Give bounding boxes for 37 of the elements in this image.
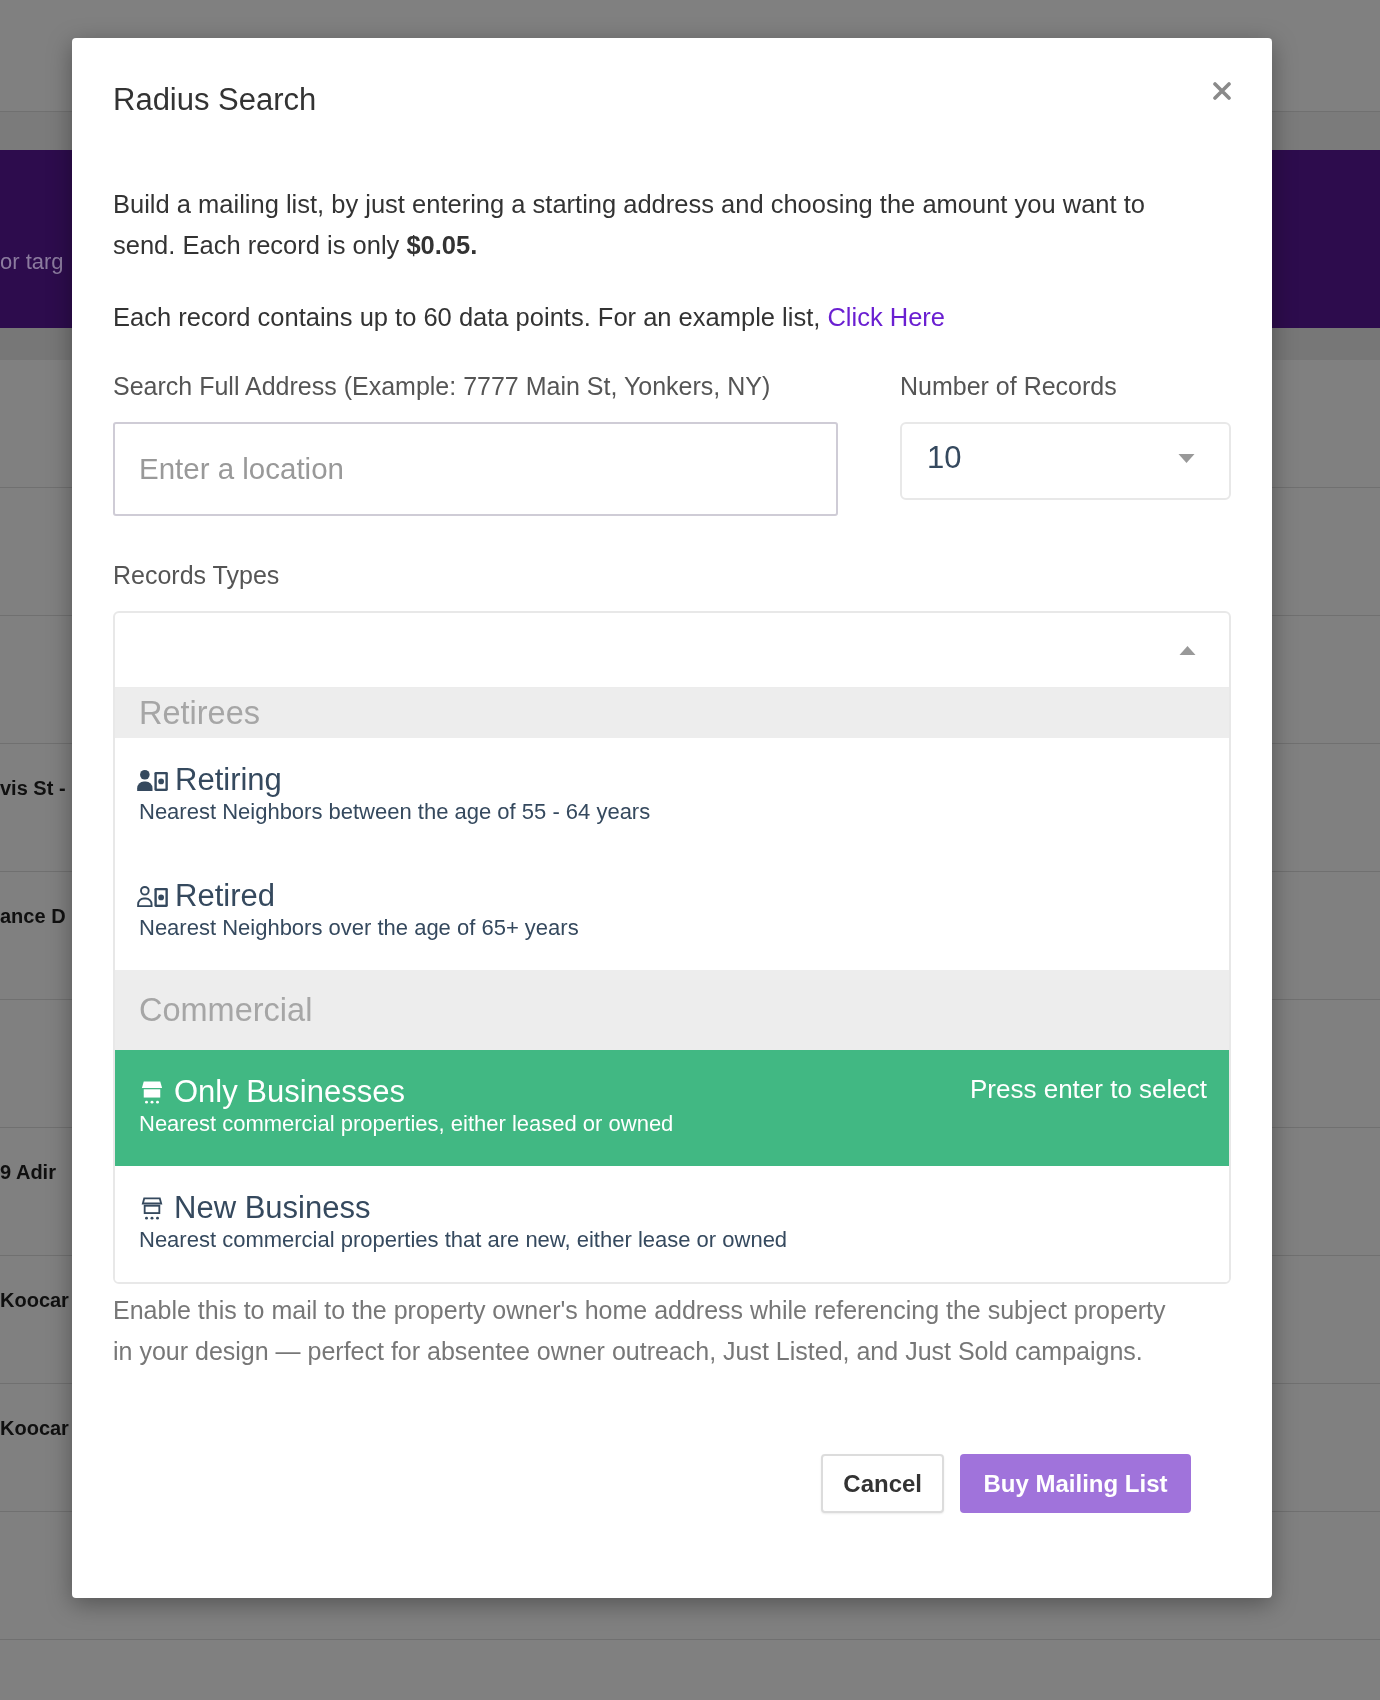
click-here-link[interactable]: Click Here	[827, 303, 945, 331]
caret-down-icon	[1178, 453, 1195, 463]
option-description: Nearest commercial properties that are new, either lease or owned	[138, 1226, 789, 1254]
cancel-button[interactable]: Cancel	[821, 1454, 944, 1513]
records-count-select[interactable]: 10	[900, 422, 1231, 500]
storefront-outline-icon	[141, 1195, 163, 1221]
records-types-select[interactable]	[113, 611, 1231, 1284]
select-hint: Press enter to select	[970, 1074, 1207, 1104]
close-button[interactable]	[1213, 82, 1231, 100]
buy-mailing-list-button[interactable]: Buy Mailing List	[960, 1454, 1191, 1513]
option-title: Retired	[175, 878, 275, 914]
modal-title: Radius Search	[113, 81, 317, 119]
option-description: Nearest commercial properties, either leased or owned	[138, 1110, 675, 1138]
address-text: Koocar	[0, 1416, 69, 1441]
address-label: Search Full Address (Example: 7777 Main St, Yonkers, NY)	[113, 371, 771, 401]
option-description: Nearest Neighbors between the age of 55 - 64 years	[138, 798, 652, 826]
option-title: New Business	[174, 1190, 371, 1226]
storefront-icon	[141, 1079, 163, 1105]
group-header: Commercial	[115, 970, 1229, 1050]
records-count-label: Number of Records	[900, 371, 1117, 401]
person-banknote-icon	[137, 768, 168, 792]
person-outline-banknote-icon	[137, 884, 168, 908]
option-title: Retiring	[175, 762, 282, 798]
banner-text: or targ	[0, 249, 64, 275]
group-header: Retirees	[115, 688, 1229, 738]
address-text: Koocar	[0, 1288, 69, 1313]
close-icon	[1213, 82, 1231, 100]
records-types-label: Records Types	[113, 560, 280, 590]
address-input[interactable]: Enter a location	[113, 422, 838, 516]
address-text: vis St -	[0, 776, 66, 801]
option-title: Only Businesses	[174, 1074, 405, 1110]
absentee-owner-note: Enable this to mail to the property owner's home address while referencing the subject property in your design — perfect for absentee owner outreach, Just Listed, and Just Sold campaigns.	[113, 1295, 1167, 1367]
address-text: 9 Adir	[0, 1160, 56, 1185]
option-description: Nearest Neighbors over the age of 65+ years	[138, 914, 580, 942]
intro-text: Build a mailing list, by just entering a starting address and choosing the amount you want to send. Each record is only $0.05.	[113, 189, 1146, 261]
address-text: ance D	[0, 904, 66, 929]
example-note: Each record contains up to 60 data points. For an example list, Click Here	[113, 302, 946, 333]
